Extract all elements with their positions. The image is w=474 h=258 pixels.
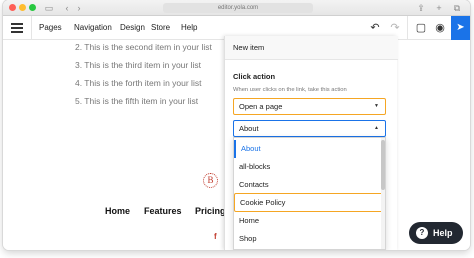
close-window-button[interactable] xyxy=(9,4,16,11)
share-icon[interactable]: ⇪ xyxy=(413,1,429,15)
sidebar-toggle-icon[interactable]: ▭ xyxy=(41,1,57,15)
nav-navigation[interactable]: Navigation xyxy=(74,21,112,35)
click-action-value: Open a page xyxy=(239,102,283,111)
caret-down-icon: ▼ xyxy=(374,103,379,109)
help-button[interactable]: ? Help xyxy=(409,222,463,244)
question-icon: ? xyxy=(416,227,428,239)
publish-icon: ➤ xyxy=(456,22,465,33)
new-tab-icon[interactable]: + xyxy=(431,1,447,15)
panel-title: New item xyxy=(225,36,398,60)
site-logo: B xyxy=(203,173,218,188)
nav-help[interactable]: Help xyxy=(181,21,197,35)
redo-icon[interactable]: ↷ xyxy=(387,20,403,36)
new-item-panel: New item Click action When user clicks o… xyxy=(224,36,398,250)
click-action-label: Click action xyxy=(233,72,276,81)
list-item: 4. This is the forth item in your list xyxy=(75,78,202,88)
dropdown-option-shop[interactable]: Shop xyxy=(234,230,383,248)
browser-titlebar: ▭ ‹ › editor.yola.com ⇪ + ⧉ xyxy=(3,0,470,16)
nav-pages[interactable]: Pages xyxy=(39,21,62,35)
toolbar-divider xyxy=(407,16,408,40)
click-action-hint: When user clicks on the link, take this … xyxy=(233,87,347,93)
list-item: 2. This is the second item in your list xyxy=(75,42,212,52)
forward-icon[interactable]: › xyxy=(71,1,87,15)
help-label: Help xyxy=(433,228,453,238)
page-select[interactable]: About ▲ xyxy=(233,120,386,137)
dropdown-option-about[interactable]: About xyxy=(234,140,383,158)
dropdown-option-contacts[interactable]: Contacts xyxy=(234,176,383,194)
caret-up-icon: ▲ xyxy=(374,125,379,131)
page-select-value: About xyxy=(239,124,259,133)
dropdown-option-home[interactable]: Home xyxy=(234,212,383,230)
footer-nav-home[interactable]: Home xyxy=(105,206,130,216)
list-item: 3. This is the third item in your list xyxy=(75,60,201,70)
address-bar[interactable]: editor.yola.com xyxy=(163,3,313,13)
browser-window: ▭ ‹ › editor.yola.com ⇪ + ⧉ Pages Naviga… xyxy=(3,0,470,250)
minimize-window-button[interactable] xyxy=(19,4,26,11)
tab-overview-icon[interactable]: ⧉ xyxy=(449,1,465,15)
maximize-window-button[interactable] xyxy=(29,4,36,11)
list-item: 5. This is the fifth item in your list xyxy=(75,96,199,106)
dropdown-scrollbar[interactable] xyxy=(381,138,385,249)
publish-button[interactable]: ➤ xyxy=(451,16,470,40)
preview-icon[interactable]: ◉ xyxy=(432,20,448,36)
page-dropdown-list: About all-blocks Contacts Cookie Policy … xyxy=(233,137,386,250)
undo-icon[interactable]: ↶ xyxy=(367,20,383,36)
dropdown-option-cookie-policy[interactable]: Cookie Policy xyxy=(234,193,383,212)
facebook-icon[interactable]: f xyxy=(214,232,217,241)
dropdown-scrollbar-thumb[interactable] xyxy=(381,140,385,190)
footer-nav-pricing[interactable]: Pricing xyxy=(195,206,226,216)
hamburger-menu-icon[interactable] xyxy=(11,23,23,33)
nav-design[interactable]: Design xyxy=(120,21,145,35)
dropdown-option-all-blocks[interactable]: all-blocks xyxy=(234,158,383,176)
nav-store[interactable]: Store xyxy=(151,21,170,35)
toolbar-divider xyxy=(31,16,32,40)
click-action-select[interactable]: Open a page ▼ xyxy=(233,98,386,115)
save-icon[interactable]: ▢ xyxy=(413,20,429,36)
footer-nav-features[interactable]: Features xyxy=(144,206,182,216)
